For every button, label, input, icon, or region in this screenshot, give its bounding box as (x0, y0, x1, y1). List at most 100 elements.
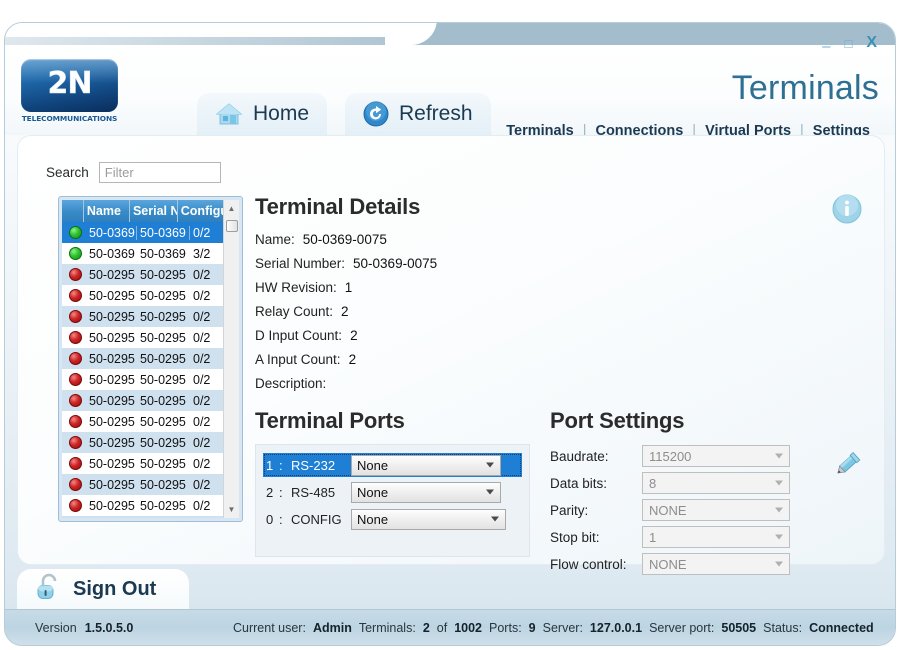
status-dot-cell (62, 415, 86, 428)
scroll-up-icon[interactable]: ▲ (224, 200, 240, 217)
table-row[interactable]: 50-029550-02950/2 (62, 285, 223, 306)
port-assignment-dropdown[interactable]: None (351, 508, 506, 530)
port-colon: : (279, 511, 283, 527)
terminals-value: 2 (422, 620, 430, 635)
port-assignment-value: None (357, 511, 389, 527)
status-bar: Version 1.5.0.5.0 Current user: Admin Te… (5, 609, 895, 645)
table-row[interactable]: 50-029550-02950/2 (62, 306, 223, 327)
table-row[interactable]: 50-029550-02950/2 (62, 411, 223, 432)
nav-refresh[interactable]: Refresh (345, 93, 491, 135)
port-row[interactable]: 1: RS-232 None (263, 453, 522, 477)
column-header-configuration[interactable]: Configu (178, 200, 223, 222)
table-row[interactable]: 50-029550-02950/2 (62, 453, 223, 474)
terminal-grid-body: 50-0369 50-0369 0/2 50-0369 50-0369 3/2 50-029… (62, 222, 223, 518)
server-label: Server: (542, 620, 583, 635)
status-red-icon (68, 478, 82, 491)
detail-label: A Input Count: (255, 352, 341, 367)
table-row[interactable]: 50-029550-02950/2 (62, 369, 223, 390)
minimize-icon[interactable]: – (822, 39, 830, 54)
ports-value: 9 (528, 620, 536, 635)
of-label: of (436, 620, 448, 635)
cell-serial: 50-0295 (140, 330, 186, 345)
cell-configuration: 0/2 (193, 330, 211, 345)
port-assignment-value: None (357, 457, 389, 473)
terminals-label: Terminals: (358, 620, 416, 635)
port-assignment-dropdown[interactable]: None (351, 454, 501, 476)
table-row[interactable]: 50-029550-02950/2 (62, 264, 223, 285)
port-number: 1 (266, 457, 274, 473)
close-icon[interactable]: X (866, 35, 877, 51)
status-dot-cell (62, 268, 86, 281)
chevron-down-icon (486, 462, 494, 468)
table-row[interactable]: 50-0369 50-0369 3/2 (62, 243, 223, 264)
detail-label: D Input Count: (255, 328, 343, 343)
detail-value: 2 (350, 328, 358, 343)
column-header-name[interactable]: Name (84, 200, 130, 222)
cell-name: 50-0295 (89, 330, 135, 345)
table-row[interactable]: 50-0295 50-0295 0/2 (62, 327, 223, 348)
port-settings: Port Settings Baudrate: 115200 Data bits: 8… (550, 408, 861, 579)
port-assignment-dropdown[interactable]: None (351, 481, 501, 503)
table-row[interactable]: 50-029550-02950/2 (62, 516, 223, 518)
port-type: RS-232 (291, 457, 336, 473)
cell-configuration: 3/2 (193, 246, 211, 261)
column-header-serial[interactable]: Serial N (130, 200, 178, 222)
port-settings-title: Port Settings (550, 408, 685, 433)
cell-serial: 50-0295 (140, 498, 186, 513)
detail-row: HW Revision: 1 (255, 280, 605, 295)
port-setting-dropdown[interactable]: 8 (642, 472, 790, 494)
cell-serial: 50-0369 (137, 225, 190, 240)
status-red-icon (68, 289, 82, 302)
home-icon (215, 101, 243, 127)
nav-refresh-label: Refresh (399, 102, 473, 125)
search-input[interactable] (98, 162, 221, 183)
status-green-icon (68, 247, 82, 260)
port-setting-dropdown[interactable]: NONE (642, 553, 790, 575)
logo-2n: 2N TELECOMMUNICATIONS (21, 59, 126, 131)
port-colon: : (279, 484, 283, 500)
scroll-down-icon[interactable]: ▼ (224, 501, 240, 518)
chevron-down-icon (775, 453, 783, 459)
table-row[interactable]: 50-029550-02950/2 (62, 348, 223, 369)
cell-serial: 50-0295 (140, 456, 186, 471)
scroll-thumb[interactable] (226, 220, 238, 232)
port-settings-rows: Baudrate: 115200 Data bits: 8 Parity: NONE Sto… (550, 444, 850, 576)
table-row[interactable]: 50-029550-02950/2 (62, 432, 223, 453)
port-number: 2 (266, 484, 274, 500)
port-row[interactable]: 2: RS-485 None (263, 480, 522, 504)
status-dot-cell (62, 499, 86, 512)
port-setting-label: Stop bit: (550, 529, 600, 545)
logo-box: 2N (21, 59, 118, 112)
sign-out-button[interactable]: Sign Out (17, 569, 189, 609)
port-row[interactable]: 0: CONFIG None (263, 507, 522, 531)
cell-name: 50-0295 (89, 393, 135, 408)
detail-label: Description: (255, 376, 327, 391)
port-setting-dropdown[interactable]: 115200 (642, 445, 790, 467)
maximize-icon[interactable]: □ (844, 37, 852, 50)
search-label: Search (46, 165, 89, 180)
list-scrollbar[interactable]: ▲ ▼ (223, 200, 239, 518)
table-row[interactable]: 50-029550-02950/2 (62, 390, 223, 411)
table-row[interactable]: 50-029550-02950/2 (62, 495, 223, 516)
edit-pencil-icon[interactable] (832, 448, 866, 478)
table-row[interactable]: 50-0369 50-0369 0/2 (62, 222, 223, 243)
titlebar-left-fade (5, 37, 445, 45)
cell-serial: 50-0295 (140, 372, 186, 387)
cell-serial: 50-0369 (140, 246, 186, 261)
port-type: RS-485 (291, 484, 336, 500)
detail-label: Name: (255, 232, 295, 247)
cell-name: 50-0295 (89, 372, 135, 387)
logo-text: 2N (47, 66, 92, 101)
port-setting-value: 1 (649, 529, 657, 545)
logo-subtext: TELECOMMUNICATIONS (21, 114, 118, 123)
port-setting-dropdown[interactable]: NONE (642, 499, 790, 521)
nav-home[interactable]: Home (197, 93, 328, 135)
cell-configuration: 0/2 (193, 267, 211, 282)
port-setting-dropdown[interactable]: 1 (642, 526, 790, 548)
port-setting-value: NONE (649, 556, 687, 572)
table-row[interactable]: 50-029550-02950/2 (62, 474, 223, 495)
terminal-ports-title: Terminal Ports (255, 408, 405, 433)
connection-status-label: Status: (763, 620, 803, 635)
info-icon[interactable] (832, 194, 862, 224)
column-header-status[interactable] (62, 200, 84, 222)
